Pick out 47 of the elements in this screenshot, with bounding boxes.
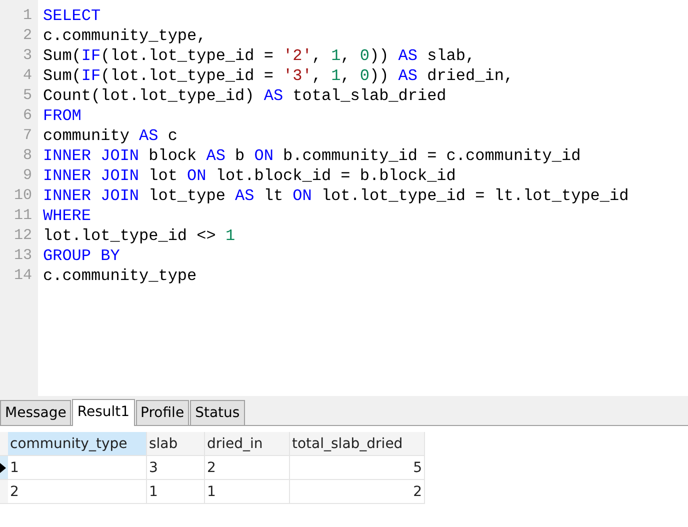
code-line: INNER JOIN lot ON lot.block_id = b.block_id xyxy=(43,166,457,186)
row-selector[interactable] xyxy=(0,456,8,480)
line-number: 11 xyxy=(12,206,33,226)
column-header[interactable]: dried_in xyxy=(205,432,290,456)
column-header[interactable]: total_slab_dried xyxy=(290,432,425,456)
column-header[interactable]: slab xyxy=(147,432,205,456)
current-row-icon xyxy=(0,462,6,472)
table-cell: 2 xyxy=(8,480,147,504)
line-number: 5 xyxy=(22,86,33,106)
code-line: Count(lot.lot_type_id) AS total_slab_dried xyxy=(43,86,448,106)
code-line: c.community_type, xyxy=(43,26,208,46)
line-number: 9 xyxy=(22,166,33,186)
table-cell: 1 xyxy=(205,480,290,504)
table-cell: 1 xyxy=(8,456,147,480)
code-line: c.community_type xyxy=(43,266,198,286)
line-number: 8 xyxy=(22,146,33,166)
table-cell: 5 xyxy=(290,456,425,480)
line-number: 13 xyxy=(12,246,33,266)
line-number: 2 xyxy=(22,26,33,46)
line-number: 10 xyxy=(12,186,33,206)
code-line: SELECT xyxy=(43,6,102,26)
column-header[interactable]: community_type xyxy=(8,432,147,456)
code-line: WHERE xyxy=(43,206,92,226)
tab[interactable]: Status xyxy=(190,400,245,425)
code-line: Sum(IF(lot.lot_type_id = '3', 1, 0)) AS dried_in, xyxy=(43,66,515,86)
table-cell: 2 xyxy=(290,480,425,504)
line-number: 6 xyxy=(22,106,33,126)
code-line: INNER JOIN block AS b ON b.community_id = c.community_id xyxy=(43,146,582,166)
tab[interactable]: Message xyxy=(0,400,72,425)
code-line: FROM xyxy=(43,106,82,126)
line-number: 14 xyxy=(12,266,33,286)
line-number: 1 xyxy=(22,6,33,26)
line-number: 12 xyxy=(12,226,33,246)
code-line: GROUP BY xyxy=(43,246,121,266)
tab[interactable]: Profile xyxy=(136,400,190,425)
code-line: Sum(IF(lot.lot_type_id = '2', 1, 0)) AS slab, xyxy=(43,46,476,66)
tab[interactable]: Result1 xyxy=(72,399,135,426)
table-cell: 2 xyxy=(205,456,290,480)
line-number: 7 xyxy=(22,126,33,146)
code-line: lot.lot_type_id <> 1 xyxy=(43,226,236,246)
table-cell: 1 xyxy=(147,480,205,504)
line-number: 4 xyxy=(22,66,33,86)
table-cell: 3 xyxy=(147,456,205,480)
line-number: 3 xyxy=(22,46,33,66)
code-line: community AS c xyxy=(43,126,178,146)
code-line: INNER JOIN lot_type AS lt ON lot.lot_type_id = lt.lot_type_id xyxy=(43,186,629,206)
header-corner xyxy=(0,432,8,456)
